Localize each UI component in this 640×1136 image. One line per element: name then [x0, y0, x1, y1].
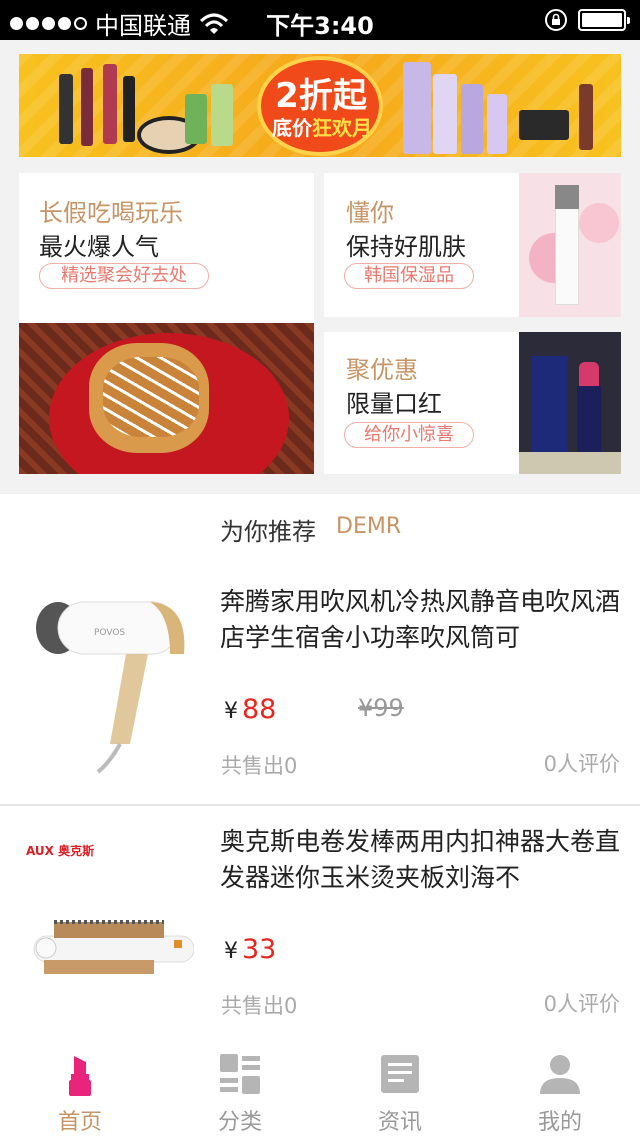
promo-title: 聚优惠	[346, 356, 418, 384]
promo-subtitle: 最火爆人气	[39, 233, 159, 261]
battery-icon	[578, 9, 630, 31]
product-review-count: 0人评价	[543, 992, 620, 1016]
category-grid-icon	[220, 1054, 260, 1094]
tab-label: 分类	[217, 1110, 262, 1135]
product-card[interactable]: POVOS 奔腾家用吹风机冷热风静音电吹风酒店学生宿舍小功率吹风筒可 ¥88 ¥…	[0, 564, 640, 804]
recommend-header: 为你推荐 DEMR	[0, 494, 640, 564]
product-sold-count: 共售出0	[221, 994, 298, 1018]
product-title: 奔腾家用吹风机冷热风静音电吹风酒店学生宿舍小功率吹风筒可	[220, 587, 621, 652]
product-card[interactable]: AUX 奥克斯 奥克斯电卷发棒两用内扣神器大卷直发器迷你玉米烫夹板刘海不 ¥33…	[0, 806, 640, 1040]
banner-headline: 2折起	[275, 76, 367, 116]
promo-tag: 韩国保湿品	[344, 263, 474, 289]
promo-card-skincare[interactable]: 懂你 保持好肌肤 韩国保湿品	[324, 173, 621, 317]
promo-subtitle: 限量口红	[346, 390, 442, 418]
promo-subtitle: 保持好肌肤	[346, 233, 466, 261]
status-bar: 中国联通 下午3:40	[0, 0, 640, 40]
status-right	[544, 8, 630, 32]
cosmetics-image-left	[59, 74, 73, 144]
tab-profile[interactable]: 我的	[480, 1040, 640, 1136]
cosmetics-image-right	[403, 62, 431, 154]
image-brand: POVOS	[94, 628, 126, 638]
product-price: ¥88	[224, 694, 277, 725]
bottom-tab-bar: 首页 分类 资讯 我的	[0, 1040, 640, 1136]
tab-label: 我的	[537, 1110, 582, 1135]
promo-card-food[interactable]: 长假吃喝玩乐 最火爆人气 精选聚会好去处	[19, 173, 314, 474]
tab-news[interactable]: 资讯	[320, 1040, 480, 1136]
lipstick-icon	[69, 1056, 91, 1096]
user-icon	[540, 1055, 580, 1094]
promo-tag: 给你小惊喜	[344, 422, 474, 448]
rotation-lock-icon	[545, 9, 567, 31]
product-old-price: ¥99	[358, 694, 404, 722]
tab-home[interactable]: 首页	[0, 1040, 160, 1136]
skincare-photo	[519, 173, 621, 317]
recommend-brand[interactable]: DEMR	[336, 514, 401, 539]
promo-card-lipstick[interactable]: 聚优惠 限量口红 给你小惊喜	[324, 332, 621, 474]
hair-dryer-image: POVOS	[30, 594, 190, 774]
recommend-label: 为你推荐	[220, 518, 316, 546]
pastry-photo	[19, 323, 314, 474]
product-sold-count: 共售出0	[221, 754, 298, 778]
curling-iron-image: AUX 奥克斯	[24, 836, 194, 1016]
promo-banner[interactable]: 2折起 底价狂欢月	[19, 54, 621, 157]
lipstick-photo	[519, 332, 621, 474]
tab-category[interactable]: 分类	[160, 1040, 320, 1136]
product-price: ¥33	[224, 934, 277, 965]
promo-title: 懂你	[346, 199, 394, 227]
product-title: 奥克斯电卷发棒两用内扣神器大卷直发器迷你玉米烫夹板刘海不	[220, 827, 621, 892]
promo-tag: 精选聚会好去处	[39, 263, 209, 289]
banner-subline: 底价狂欢月	[272, 116, 372, 140]
tab-label: 资讯	[377, 1110, 422, 1135]
product-review-count: 0人评价	[543, 752, 620, 776]
news-icon	[381, 1055, 419, 1093]
tab-label: 首页	[57, 1110, 102, 1135]
promo-title: 长假吃喝玩乐	[39, 199, 183, 227]
